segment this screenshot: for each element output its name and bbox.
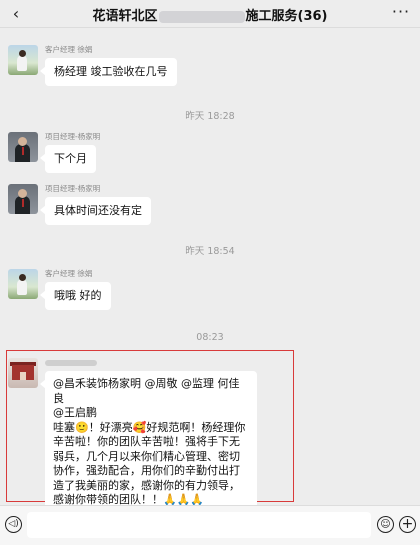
plus-icon[interactable]: + bbox=[399, 516, 416, 533]
chat-title-right: 施工服务(36) bbox=[245, 9, 328, 24]
chat-title-left: 花语轩北区 bbox=[92, 9, 158, 24]
message-input[interactable] bbox=[27, 512, 371, 538]
manager-avatar[interactable] bbox=[8, 184, 38, 214]
mention-line: @王启鹏 bbox=[53, 406, 97, 419]
message-bubble[interactable]: 具体时间还没有定 bbox=[40, 197, 151, 225]
customer-avatar[interactable] bbox=[8, 269, 38, 299]
sender-name: 客户经理 徐娟 bbox=[45, 269, 93, 278]
customer-avatar[interactable] bbox=[8, 45, 38, 75]
message-body: 哇塞🙂！好漂亮🥰好规范啊！杨经理你辛苦啦！你的团队辛苦啦！强将手下无弱兵，几个月… bbox=[53, 420, 246, 507]
emoji-icon[interactable]: ☺ bbox=[377, 516, 394, 533]
sender-name: 项目经理-杨家明 bbox=[45, 184, 101, 193]
sender-name: 项目经理-杨家明 bbox=[45, 132, 101, 141]
mention-line: @昌禾装饰杨家明 @周敬 @监理 何佳良 bbox=[53, 377, 240, 405]
homeowner-avatar[interactable] bbox=[8, 358, 38, 388]
message-list[interactable]: 客户经理 徐娟 杨经理 竣工验收在几号 昨天 18:28 项目经理-杨家明 下个… bbox=[0, 28, 420, 514]
manager-avatar[interactable] bbox=[8, 132, 38, 162]
voice-icon[interactable]: ◁) bbox=[5, 516, 22, 533]
back-chevron-icon[interactable]: ‹ bbox=[6, 4, 26, 24]
timestamp: 昨天 18:54 bbox=[185, 246, 235, 257]
message-bubble[interactable]: 哦哦 好的 bbox=[40, 282, 111, 310]
redacted-sender-name bbox=[45, 360, 97, 366]
message-bubble[interactable]: @昌禾装饰杨家明 @周敬 @监理 何佳良 @王启鹏 哇塞🙂！好漂亮🥰好规范啊！杨… bbox=[40, 371, 257, 514]
message-bubble[interactable]: 下个月 bbox=[40, 145, 96, 173]
redacted-title-segment bbox=[158, 10, 245, 23]
more-dots-icon[interactable]: ··· bbox=[390, 4, 412, 24]
message-bubble[interactable]: 杨经理 竣工验收在几号 bbox=[40, 58, 177, 86]
input-bar: ◁) ☺ + bbox=[0, 505, 420, 545]
chat-title: 花语轩北区 施工服务(36) bbox=[34, 5, 386, 24]
timestamp: 08:23 bbox=[196, 332, 224, 343]
timestamp: 昨天 18:28 bbox=[185, 111, 235, 122]
sender-name: 客户经理 徐娟 bbox=[45, 45, 93, 54]
chat-header: ‹ 花语轩北区 施工服务(36) ··· bbox=[0, 0, 420, 28]
